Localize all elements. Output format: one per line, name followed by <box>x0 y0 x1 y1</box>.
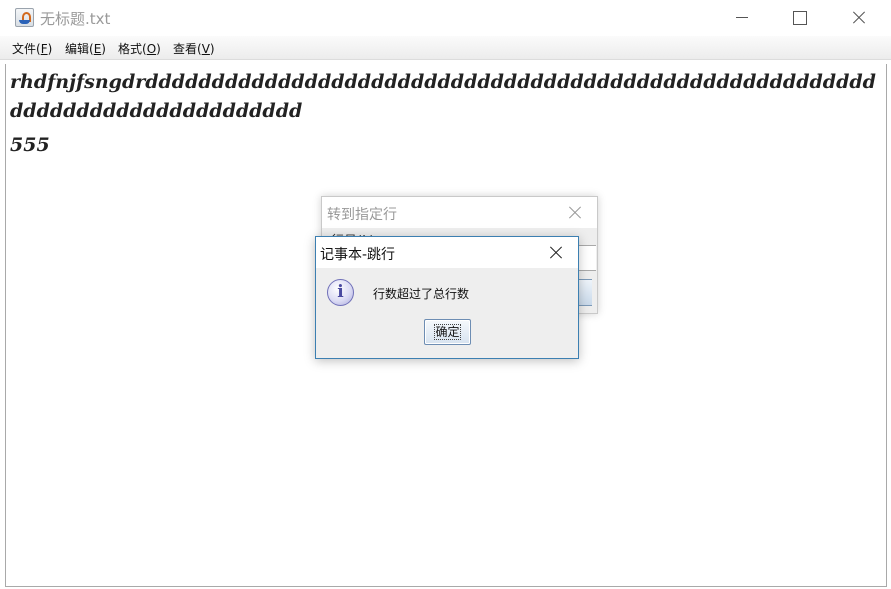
goto-dialog-titlebar: 转到指定行 <box>322 197 597 228</box>
message-dialog-title: 记事本-跳行 <box>320 247 396 263</box>
goto-dialog-title: 转到指定行 <box>327 207 397 223</box>
menu-view[interactable]: 查看(V) <box>173 40 215 57</box>
editor-line-1: rhdfnjfsngdrdddddddddddddddddddddddddddd… <box>10 71 876 122</box>
maximize-icon[interactable] <box>770 0 828 36</box>
ok-button-label: 确定 <box>434 324 461 340</box>
window-title: 无标题.txt <box>40 10 111 28</box>
editor-content[interactable]: rhdfnjfsngdrdddddddddddddddddddddddddddd… <box>10 68 884 160</box>
title-bar: 无标题.txt <box>0 0 891 36</box>
menu-bar: 文件(F) 编辑(E) 格式(O) 查看(V) <box>0 36 891 60</box>
message-dialog-titlebar: 记事本-跳行 <box>316 237 578 268</box>
message-dialog: 记事本-跳行 i 行数超过了总行数 确定 <box>315 236 579 359</box>
information-icon: i <box>327 279 354 306</box>
ok-button[interactable]: 确定 <box>424 319 471 345</box>
menu-edit[interactable]: 编辑(E) <box>65 40 106 57</box>
java-app-icon <box>15 8 34 27</box>
close-icon[interactable] <box>829 0 887 36</box>
menu-format[interactable]: 格式(O) <box>118 40 161 57</box>
menu-file[interactable]: 文件(F) <box>12 40 52 57</box>
editor-line-3: 555 <box>10 134 50 156</box>
message-dialog-close-icon[interactable] <box>542 240 570 266</box>
goto-dialog-close-icon[interactable] <box>562 200 588 226</box>
message-text: 行数超过了总行数 <box>373 287 470 301</box>
minimize-icon[interactable] <box>712 0 770 36</box>
